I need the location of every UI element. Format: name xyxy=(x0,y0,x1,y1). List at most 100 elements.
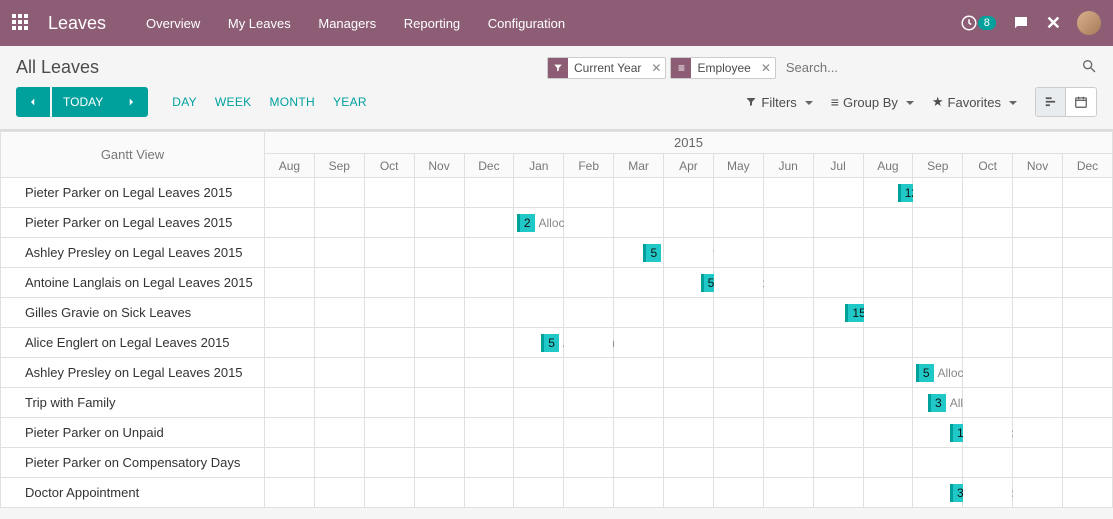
gantt-cell[interactable] xyxy=(913,298,963,328)
gantt-cell[interactable] xyxy=(414,358,464,388)
gantt-cell[interactable] xyxy=(265,238,315,268)
gantt-cell[interactable] xyxy=(614,388,664,418)
today-button[interactable]: TODAY xyxy=(52,87,114,117)
gantt-cell[interactable] xyxy=(713,448,763,478)
gantt-cell[interactable] xyxy=(564,298,614,328)
gantt-cell[interactable] xyxy=(763,298,813,328)
gantt-cell[interactable] xyxy=(314,178,364,208)
gantt-cell[interactable] xyxy=(364,478,414,508)
gantt-cell[interactable]: 2Allocation xyxy=(514,208,564,238)
gantt-cell[interactable] xyxy=(464,328,514,358)
gantt-cell[interactable]: 5Allocation xyxy=(664,268,714,298)
gantt-cell[interactable] xyxy=(314,418,364,448)
gantt-row-label[interactable]: Ashley Presley on Legal Leaves 2015 xyxy=(1,358,265,388)
gantt-cell[interactable] xyxy=(564,358,614,388)
gantt-cell[interactable]: 1Allocation xyxy=(913,418,963,448)
gantt-cell[interactable] xyxy=(1063,478,1113,508)
gantt-cell[interactable] xyxy=(913,448,963,478)
gantt-cell[interactable] xyxy=(863,478,913,508)
gantt-bar[interactable]: 5Allocation xyxy=(541,334,553,352)
gantt-cell[interactable] xyxy=(314,298,364,328)
gantt-cell[interactable] xyxy=(514,388,564,418)
scale-month[interactable]: MONTH xyxy=(269,95,315,109)
gantt-cell[interactable] xyxy=(863,448,913,478)
gantt-cell[interactable] xyxy=(514,448,564,478)
gantt-cell[interactable] xyxy=(1063,448,1113,478)
gantt-cell[interactable] xyxy=(614,358,664,388)
gantt-cell[interactable] xyxy=(1013,328,1063,358)
filters-dropdown[interactable]: Filters xyxy=(745,95,812,110)
gantt-cell[interactable] xyxy=(464,298,514,328)
gantt-row-label[interactable]: Pieter Parker on Legal Leaves 2015 xyxy=(1,178,265,208)
gantt-cell[interactable] xyxy=(863,328,913,358)
gantt-cell[interactable] xyxy=(265,418,315,448)
gantt-cell[interactable] xyxy=(813,478,863,508)
gantt-cell[interactable] xyxy=(364,418,414,448)
facet-remove-icon[interactable]: ✕ xyxy=(757,61,775,75)
gantt-cell[interactable] xyxy=(664,208,714,238)
gantt-cell[interactable] xyxy=(314,268,364,298)
gantt-cell[interactable] xyxy=(763,418,813,448)
gantt-cell[interactable]: 3Allocation xyxy=(913,388,963,418)
gantt-bar[interactable]: 5Allocation xyxy=(701,274,713,292)
gantt-cell[interactable] xyxy=(963,358,1013,388)
gantt-cell[interactable] xyxy=(314,448,364,478)
gantt-cell[interactable] xyxy=(564,208,614,238)
gantt-cell[interactable] xyxy=(1063,238,1113,268)
fullscreen-close-icon[interactable]: ✕ xyxy=(1046,13,1061,34)
gantt-cell[interactable] xyxy=(1063,328,1113,358)
gantt-cell[interactable] xyxy=(713,178,763,208)
gantt-cell[interactable] xyxy=(664,448,714,478)
facet-remove-icon[interactable]: ✕ xyxy=(647,61,665,75)
gantt-cell[interactable] xyxy=(564,328,614,358)
gantt-cell[interactable] xyxy=(1063,298,1113,328)
gantt-cell[interactable] xyxy=(863,238,913,268)
gantt-cell[interactable] xyxy=(314,388,364,418)
gantt-cell[interactable] xyxy=(1063,358,1113,388)
gantt-cell[interactable] xyxy=(963,388,1013,418)
gantt-cell[interactable] xyxy=(1063,208,1113,238)
gantt-cell[interactable] xyxy=(614,208,664,238)
apps-icon[interactable] xyxy=(12,14,30,32)
gantt-cell[interactable] xyxy=(863,388,913,418)
app-title[interactable]: Leaves xyxy=(48,13,106,34)
gantt-cell[interactable] xyxy=(863,208,913,238)
gantt-cell[interactable] xyxy=(863,358,913,388)
gantt-cell[interactable] xyxy=(414,478,464,508)
gantt-cell[interactable] xyxy=(1013,178,1063,208)
gantt-cell[interactable] xyxy=(713,238,763,268)
gantt-cell[interactable] xyxy=(664,358,714,388)
gantt-cell[interactable] xyxy=(464,448,514,478)
gantt-cell[interactable] xyxy=(1063,388,1113,418)
scale-year[interactable]: YEAR xyxy=(333,95,367,109)
gantt-cell[interactable] xyxy=(314,478,364,508)
gantt-cell[interactable] xyxy=(963,298,1013,328)
gantt-row-label[interactable]: Pieter Parker on Unpaid xyxy=(1,418,265,448)
gantt-cell[interactable] xyxy=(265,268,315,298)
gantt-cell[interactable] xyxy=(414,298,464,328)
gantt-cell[interactable] xyxy=(265,178,315,208)
gantt-cell[interactable] xyxy=(414,208,464,238)
gantt-cell[interactable] xyxy=(913,238,963,268)
gantt-cell[interactable] xyxy=(913,178,963,208)
gantt-cell[interactable] xyxy=(414,178,464,208)
gantt-cell[interactable] xyxy=(913,268,963,298)
gantt-cell[interactable] xyxy=(963,478,1013,508)
search-icon[interactable] xyxy=(1081,58,1097,77)
gantt-row-label[interactable]: Gilles Gravie on Sick Leaves xyxy=(1,298,265,328)
gantt-cell[interactable] xyxy=(763,178,813,208)
gantt-cell[interactable] xyxy=(813,448,863,478)
gantt-cell[interactable]: 12Allocation xyxy=(863,178,913,208)
gantt-bar[interactable]: 3Allocation xyxy=(928,394,934,412)
favorites-dropdown[interactable]: ★ Favorites xyxy=(932,94,1017,110)
gantt-bar[interactable]: 2Allocation xyxy=(517,214,523,232)
gantt-cell[interactable] xyxy=(713,208,763,238)
gantt-cell[interactable] xyxy=(664,328,714,358)
gantt-cell[interactable] xyxy=(464,238,514,268)
gantt-bar[interactable]: 5Allocation xyxy=(916,364,928,382)
gantt-cell[interactable] xyxy=(813,208,863,238)
gantt-cell[interactable] xyxy=(564,418,614,448)
gantt-cell[interactable] xyxy=(514,418,564,448)
nav-my-leaves[interactable]: My Leaves xyxy=(228,16,291,31)
gantt-cell[interactable] xyxy=(364,178,414,208)
